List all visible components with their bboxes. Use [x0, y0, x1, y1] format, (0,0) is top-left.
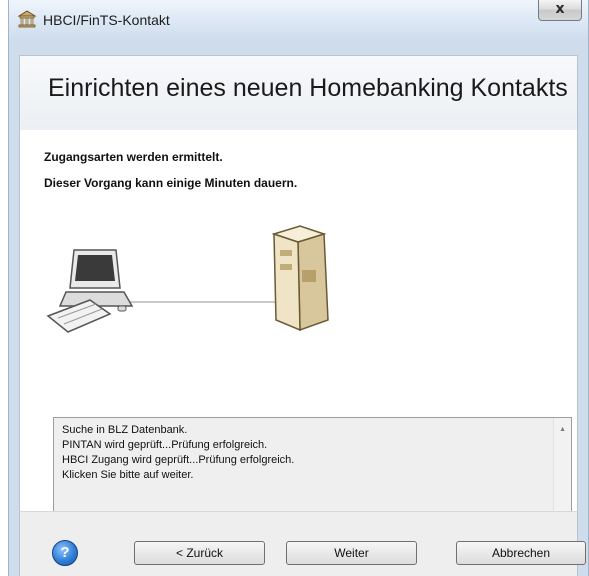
page-title: Einrichten eines neuen Homebanking Konta…: [48, 74, 568, 102]
dialog-frame: Einrichten eines neuen Homebanking Konta…: [8, 41, 589, 576]
title-bar[interactable]: HBCI/FinTS-Kontakt x: [8, 0, 589, 41]
cancel-button[interactable]: Abbrechen: [456, 541, 586, 565]
wizard-header: Einrichten eines neuen Homebanking Konta…: [19, 55, 578, 131]
wizard-content: Zugangsarten werden ermittelt. Dieser Vo…: [19, 130, 578, 541]
log-line: Klicken Sie bitte auf weiter.: [62, 469, 194, 481]
bank-icon: [17, 10, 37, 28]
log-line: HBCI Zugang wird geprüft...Prüfung erfol…: [62, 454, 295, 466]
duration-message: Dieser Vorgang kann einige Minuten dauer…: [44, 176, 298, 190]
window-title: HBCI/FinTS-Kontakt: [43, 12, 170, 28]
close-icon: x: [555, 1, 565, 17]
wizard-footer: ? < Zurück Weiter Abbrechen: [19, 511, 586, 576]
status-message: Zugangsarten werden ermittelt.: [44, 150, 223, 164]
connection-illustration: [46, 225, 329, 333]
log-lines: Suche in BLZ Datenbank. PINTAN wird gepr…: [62, 423, 294, 483]
close-button[interactable]: x: [538, 0, 582, 21]
next-button[interactable]: Weiter: [286, 541, 417, 565]
back-button[interactable]: < Zurück: [134, 541, 265, 565]
log-line: PINTAN wird geprüft...Prüfung erfolgreic…: [62, 439, 268, 451]
help-button[interactable]: ?: [52, 540, 78, 566]
scroll-up-icon[interactable]: ▲: [559, 426, 566, 433]
server-icon: [271, 225, 329, 332]
computer-icon: [46, 249, 134, 333]
help-icon: ?: [60, 544, 70, 561]
dialog-window: HBCI/FinTS-Kontakt x Einrichten eines ne…: [8, 0, 589, 576]
log-line: Suche in BLZ Datenbank.: [62, 424, 188, 436]
